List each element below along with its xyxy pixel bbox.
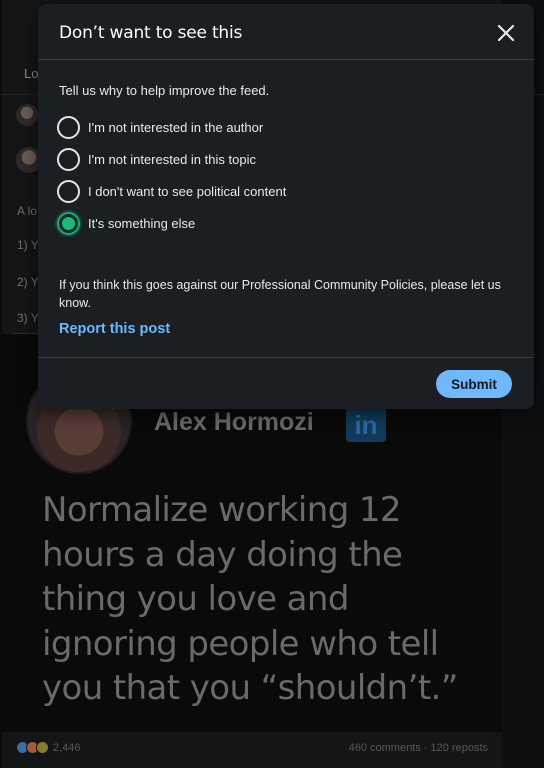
option-label: I'm not interested in this topic [88,151,256,167]
reactions[interactable]: 2,446 [16,741,81,754]
close-button[interactable] [494,21,518,45]
dont-want-to-see-dialog: Don’t want to see this Tell us why to he… [38,4,534,409]
radio-button[interactable] [57,147,80,171]
close-icon [497,24,515,42]
option-label: I'm not interested in the author [88,119,264,135]
engagement-counts[interactable]: 460 comments · 120 reposts [349,742,488,754]
dialog-title: Don’t want to see this [59,23,243,43]
feed-side-item: 2) Y [17,275,39,289]
feed-side-item: 1) Y [17,238,39,252]
policy-text: If you think this goes against our Profe… [59,278,501,310]
option-label: It's something else [88,215,196,231]
report-post-link[interactable]: Report this post [59,321,170,337]
post-author-name: Alex Hormozi [154,408,314,436]
option-no-political-content[interactable]: I don't want to see political content [57,178,497,204]
radio-button-selected[interactable] [57,211,80,235]
option-not-interested-author[interactable]: I'm not interested in the author [57,114,497,140]
avatar[interactable] [16,104,38,126]
post-quote: Normalize working 12 hours a day doing t… [42,490,458,708]
feed-top-tab[interactable]: Lo [24,66,38,81]
dialog-prompt: Tell us why to help improve the feed. [59,83,270,98]
option-not-interested-topic[interactable]: I'm not interested in this topic [57,146,497,172]
reaction-count: 2,446 [53,741,81,754]
divider [38,357,534,358]
linkedin-logo-icon: in [346,406,386,442]
feed-side-heading: A lo [17,204,38,218]
feed-side-item: 3) Y [17,311,39,325]
option-label: I don't want to see political content [88,183,287,199]
dialog-header: Don’t want to see this [38,4,534,60]
submit-button[interactable]: Submit [436,370,512,398]
celebrate-reaction-icon [36,741,49,754]
radio-button[interactable] [57,115,80,139]
radio-button[interactable] [57,179,80,203]
option-something-else[interactable]: It's something else [57,210,497,236]
